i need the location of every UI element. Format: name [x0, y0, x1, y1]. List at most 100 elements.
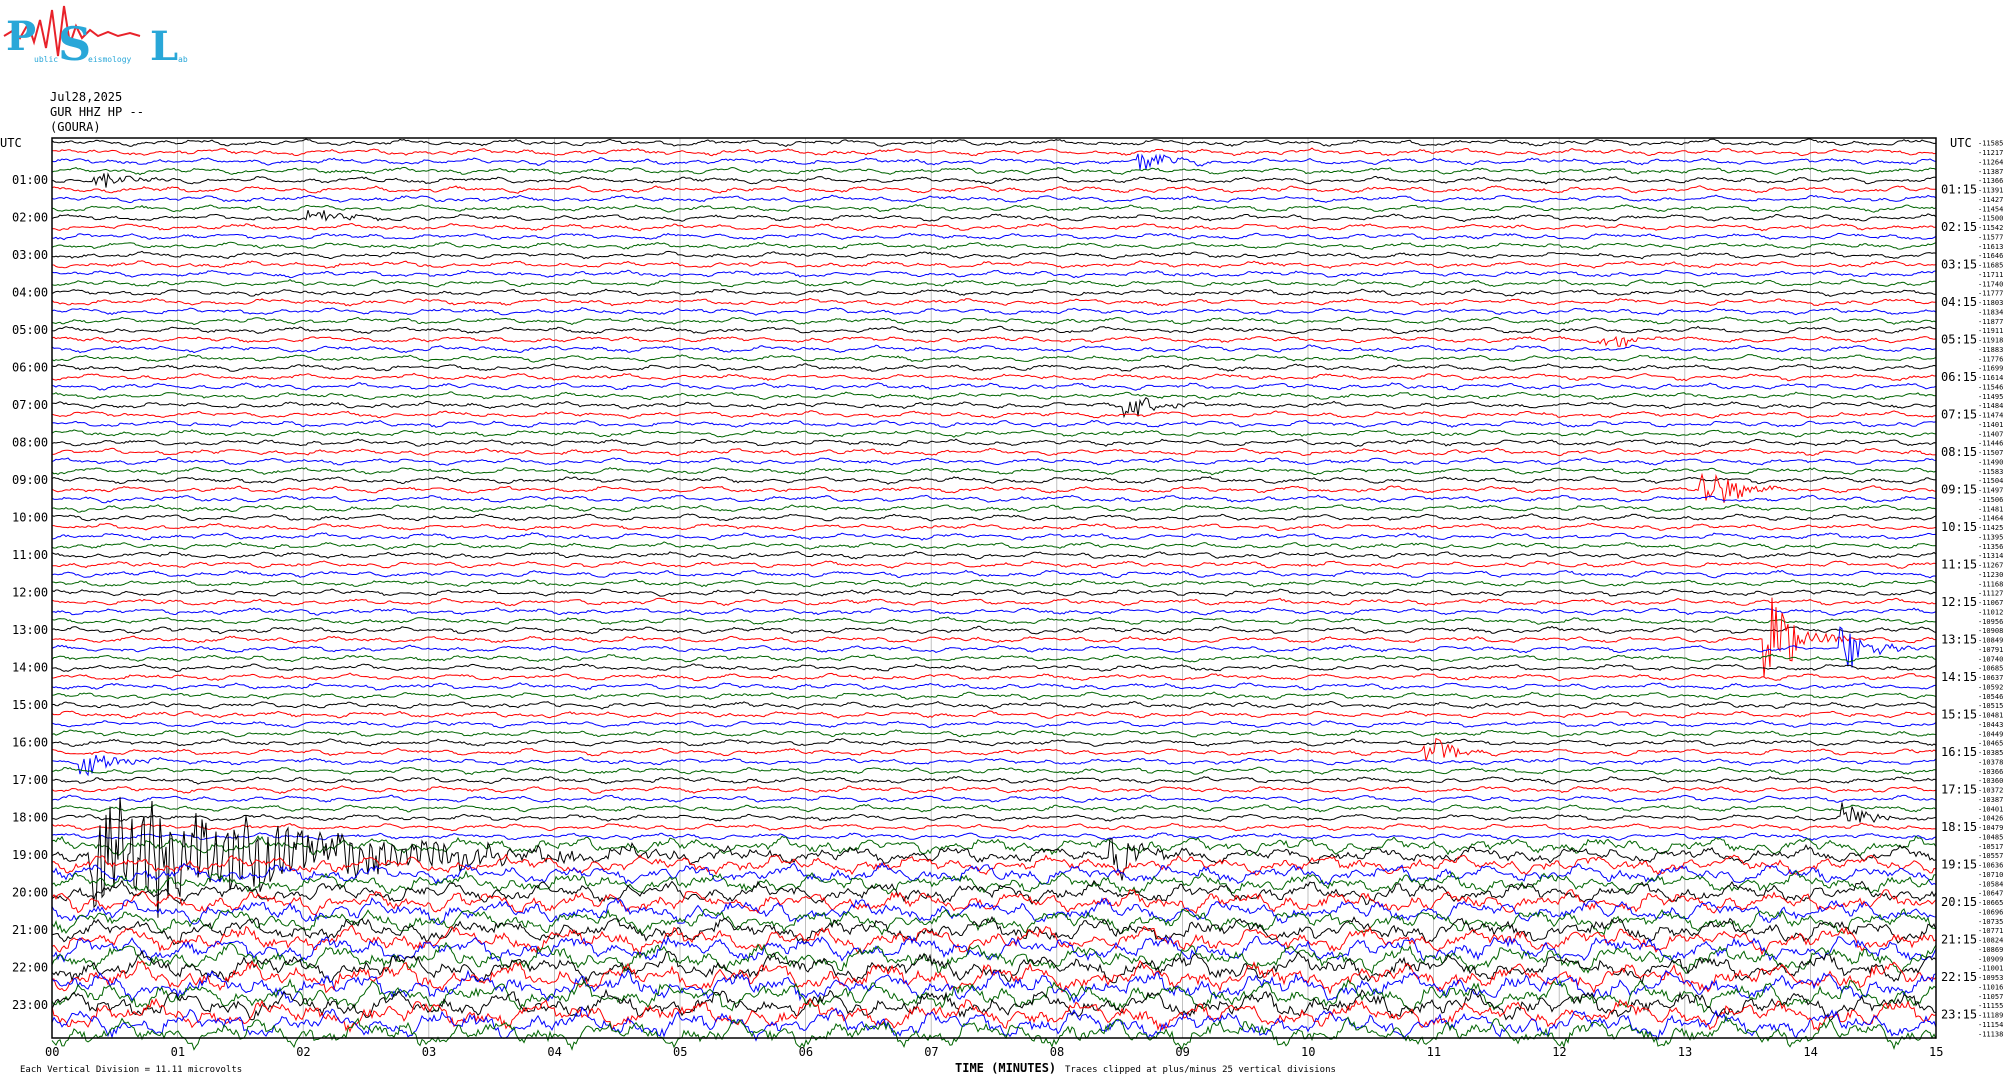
- trace-offset-label: -10479: [1978, 824, 2003, 832]
- seismic-trace: [51, 410, 1936, 419]
- seismic-trace: [51, 447, 1937, 457]
- seismic-trace: [51, 625, 1937, 635]
- seismic-trace: [51, 138, 1937, 147]
- right-hour-label: 04:15: [1941, 295, 1977, 309]
- seismic-trace: [51, 222, 1937, 232]
- trace-offset-label: -11685: [1978, 262, 2003, 270]
- trace-offset-label: -11395: [1978, 533, 2003, 541]
- seismic-trace: [51, 663, 1937, 672]
- x-tick-label: 06: [799, 1045, 813, 1059]
- seismic-trace: [51, 766, 1937, 775]
- trace-offset-label: -10584: [1978, 880, 2003, 888]
- trace-offset-label: -11314: [1978, 552, 2003, 560]
- date-label: Jul28,2025: [50, 90, 122, 104]
- trace-offset-label: -11001: [1978, 965, 2003, 973]
- trace-offset-label: -11067: [1978, 599, 2003, 607]
- seismic-trace: [51, 438, 1937, 448]
- trace-offset-label: -11646: [1978, 252, 2003, 260]
- x-tick-label: 13: [1678, 1045, 1692, 1059]
- trace-offset-label: -11776: [1978, 355, 2003, 363]
- right-hour-label: 17:15: [1941, 783, 1977, 797]
- seismic-trace: [51, 853, 1937, 877]
- scale-note: Each Vertical Division = 11.11 microvolt…: [20, 1065, 242, 1075]
- trace-offset-label: -11138: [1978, 1030, 2003, 1038]
- seismic-trace: [51, 391, 1937, 401]
- right-hour-label: 08:15: [1941, 445, 1977, 459]
- right-hour-label: 10:15: [1941, 520, 1977, 534]
- seismic-trace: [51, 250, 1937, 260]
- seismic-trace: [51, 269, 1937, 279]
- trace-offset-label: -10481: [1978, 712, 2003, 720]
- left-hour-label: 16:00: [12, 736, 48, 750]
- left-hour-label: 18:00: [12, 811, 48, 825]
- seismic-trace: [52, 522, 1937, 532]
- right-hour-labels: 01:15 02:15 03:15 04:15 05:15 06:15 07:15 08:15…: [1941, 183, 1977, 1022]
- x-tick-label: 04: [547, 1045, 561, 1059]
- right-hour-label: 15:15: [1941, 708, 1977, 722]
- seismic-trace: [51, 578, 1937, 588]
- left-hour-label: 15:00: [12, 698, 48, 712]
- trace-offset-label: -11740: [1978, 280, 2003, 288]
- right-hour-label: 02:15: [1941, 220, 1977, 234]
- seismic-trace: [51, 172, 1937, 188]
- trace-offset-label: -11585: [1978, 140, 2003, 148]
- trace-offset-label: -11356: [1978, 543, 2003, 551]
- seismic-trace: [51, 597, 1937, 678]
- location-label: (GOURA): [50, 120, 101, 134]
- trace-offset-label: -10908: [1978, 627, 2003, 635]
- trace-offset-label: -11127: [1978, 590, 2003, 598]
- left-hour-label: 21:00: [12, 923, 48, 937]
- trace-offset-label: -10710: [1978, 871, 2003, 879]
- seismic-trace: [51, 316, 1937, 326]
- x-tick-label: 02: [296, 1045, 310, 1059]
- right-hour-label: 13:15: [1941, 633, 1977, 647]
- left-hour-label: 06:00: [12, 361, 48, 375]
- trace-offset-label: -11507: [1978, 449, 2003, 457]
- right-hour-label: 05:15: [1941, 333, 1977, 347]
- seismic-trace: [51, 532, 1937, 541]
- seismic-trace: [51, 775, 1937, 785]
- trace-offset-label: -11777: [1978, 290, 2003, 298]
- trace-offset-label: -11016: [1978, 983, 2003, 991]
- trace-offset-label: -11168: [1978, 580, 2003, 588]
- trace-offset-label: -10360: [1978, 777, 2003, 785]
- seismic-trace: [51, 185, 1937, 194]
- seismic-trace: [51, 682, 1937, 691]
- left-hour-label: 14:00: [12, 661, 48, 675]
- logo-letter-l: L: [150, 23, 178, 70]
- trace-offset-label: -11407: [1978, 430, 2003, 438]
- seismic-trace: [51, 597, 1937, 607]
- trace-offset-label: -11401: [1978, 421, 2003, 429]
- seismic-trace: [51, 738, 1937, 747]
- trace-offset-label: -10387: [1978, 796, 2003, 804]
- seismic-trace: [51, 476, 1937, 485]
- trace-offset-label: -10696: [1978, 908, 2003, 916]
- trace-offset-label: -11577: [1978, 233, 2003, 241]
- seismic-trace: [51, 802, 1937, 823]
- left-hour-label: 09:00: [12, 473, 48, 487]
- left-hour-label: 22:00: [12, 961, 48, 975]
- seismic-trace: [51, 363, 1937, 372]
- seismic-trace: [51, 194, 1937, 204]
- trace-offset-label: -10443: [1978, 721, 2003, 729]
- right-hour-label: 07:15: [1941, 408, 1977, 422]
- trace-offset-label: -11803: [1978, 299, 2003, 307]
- seismic-trace: [51, 588, 1937, 597]
- seismic-trace: [51, 794, 1937, 804]
- trace-offset-label: -10485: [1978, 833, 2003, 841]
- seismic-trace: [51, 307, 1937, 316]
- trace-offset-label: -10735: [1978, 918, 2003, 926]
- seismic-trace: [51, 278, 1937, 288]
- seismic-trace: [51, 241, 1937, 250]
- trace-offset-label: -11542: [1978, 224, 2003, 232]
- seismic-trace: [51, 550, 1937, 560]
- trace-offset-label: -10449: [1978, 730, 2003, 738]
- logo-subtext-seismology: eismology: [88, 55, 132, 64]
- left-hour-label: 10:00: [12, 511, 48, 525]
- seismic-trace: [51, 569, 1937, 579]
- seismic-trace: [51, 785, 1937, 795]
- trace-offset-label: -11012: [1978, 608, 2003, 616]
- trace-offset-label: -10740: [1978, 655, 2003, 663]
- seismic-trace: [51, 822, 1937, 832]
- trace-offset-label: -11546: [1978, 383, 2003, 391]
